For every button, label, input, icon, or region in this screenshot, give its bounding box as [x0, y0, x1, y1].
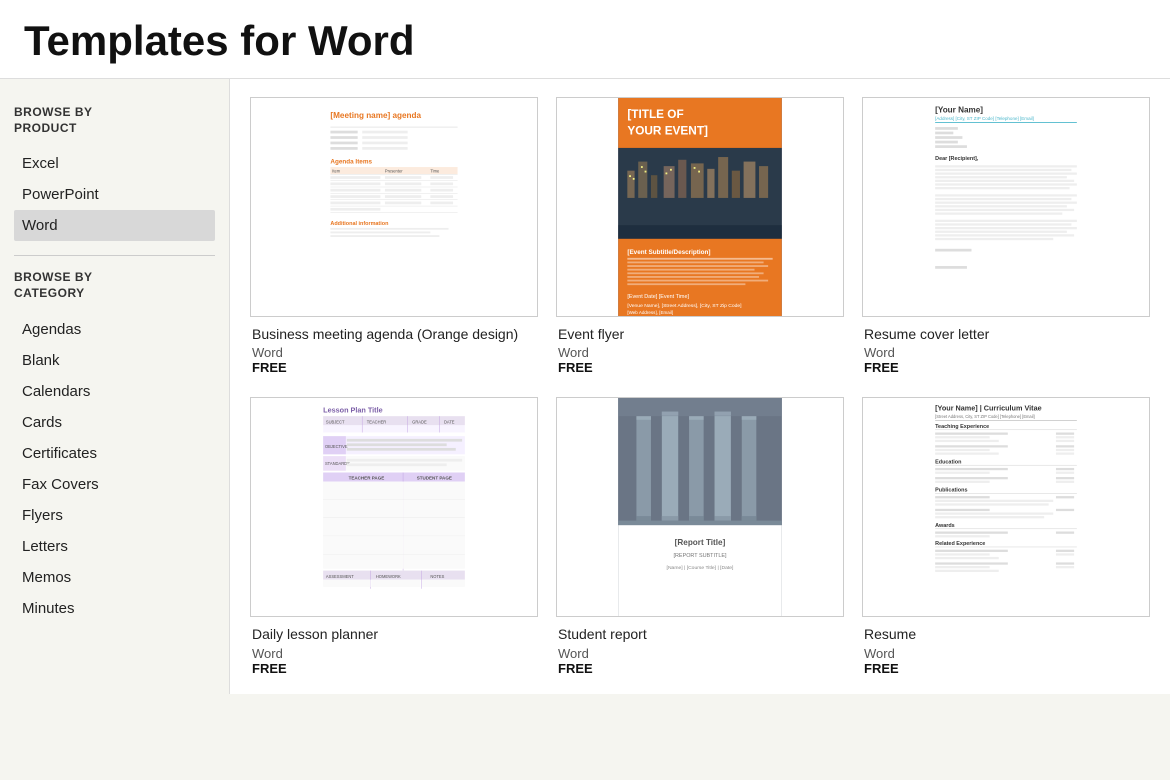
template-product-daily-lesson-planner: Word: [252, 646, 536, 661]
templates-grid: [Meeting name] agenda Agenda Items: [250, 97, 1150, 675]
svg-text:Awards: Awards: [935, 523, 955, 529]
content-area: [Meeting name] agenda Agenda Items: [230, 79, 1170, 693]
template-card-resume[interactable]: [Your Name] | Curriculum Vitae [Street A…: [862, 397, 1150, 675]
svg-text:[Your Name] | Curriculum Vit: [Your Name] | Curriculum Vitae: [935, 404, 1042, 413]
svg-text:Education: Education: [935, 460, 961, 466]
svg-text:TEACHER: TEACHER: [367, 420, 387, 425]
sidebar-item-excel[interactable]: Excel: [14, 148, 215, 179]
template-name-student-report: Student report: [558, 625, 842, 643]
svg-text:Additional information: Additional information: [330, 221, 388, 227]
template-price-student-report: FREE: [558, 661, 842, 676]
svg-text:HOMEWORK: HOMEWORK: [376, 574, 401, 579]
sidebar-item-memos[interactable]: Memos: [14, 562, 215, 593]
template-thumbnail-flyer: [TITLE OF YOUR EVENT]: [556, 97, 844, 317]
sidebar: BROWSE BYPRODUCT Excel PowerPoint Word B…: [0, 79, 230, 693]
sidebar-item-powerpoint[interactable]: PowerPoint: [14, 179, 215, 210]
svg-text:DATE: DATE: [444, 420, 455, 425]
svg-text:YOUR EVENT]: YOUR EVENT]: [627, 124, 708, 138]
template-card-business-meeting-agenda[interactable]: [Meeting name] agenda Agenda Items: [250, 97, 538, 375]
svg-text:[Street Address, City, ST ZIP: [Street Address, City, ST ZIP Code] [Tel…: [935, 414, 1035, 419]
svg-text:Publications: Publications: [935, 488, 967, 494]
template-price-daily-lesson-planner: FREE: [252, 661, 536, 676]
svg-text:[Web Address], [Email]: [Web Address], [Email]: [627, 310, 673, 315]
svg-text:TEACHER PAGE: TEACHER PAGE: [349, 476, 385, 481]
svg-text:Dear [Recipient],: Dear [Recipient],: [935, 156, 979, 162]
sidebar-item-flyers[interactable]: Flyers: [14, 500, 215, 531]
svg-text:[Venue Name], [Street Address]: [Venue Name], [Street Address], [City, S…: [627, 303, 742, 309]
template-card-student-report[interactable]: [Report Title] [REPORT SUBTITLE] [Name] …: [556, 397, 844, 675]
svg-text:[Event Subtitle/Description]: [Event Subtitle/Description]: [627, 249, 710, 256]
svg-text:GRADE: GRADE: [412, 420, 427, 425]
page-header: Templates for Word: [0, 0, 1170, 79]
sidebar-item-word[interactable]: Word: [14, 210, 215, 241]
sidebar-item-minutes[interactable]: Minutes: [14, 593, 215, 624]
svg-text:Presenter: Presenter: [385, 169, 403, 174]
template-product-resume-cover-letter: Word: [864, 345, 1148, 360]
template-thumbnail-resume: [Your Name] | Curriculum Vitae [Street A…: [862, 397, 1150, 617]
template-card-daily-lesson-planner[interactable]: Lesson Plan Title SUBJECT TEACHER GRADE …: [250, 397, 538, 675]
svg-text:Related Experience: Related Experience: [935, 542, 985, 548]
svg-text:[Report Title]: [Report Title]: [675, 539, 726, 548]
svg-text:[TITLE OF: [TITLE OF: [627, 107, 683, 121]
svg-text:STANDARDS: STANDARDS: [325, 462, 350, 467]
template-price-resume: FREE: [864, 661, 1148, 676]
svg-text:[Your Name]: [Your Name]: [935, 106, 983, 115]
template-card-event-flyer[interactable]: [TITLE OF YOUR EVENT]: [556, 97, 844, 375]
template-price-event-flyer: FREE: [558, 360, 842, 375]
template-name-business-meeting-agenda: Business meeting agenda (Orange design): [252, 325, 536, 343]
svg-text:[Name] | [Course Title] | [Dat: [Name] | [Course Title] | [Date]: [667, 565, 734, 571]
svg-text:Agenda Items: Agenda Items: [330, 159, 372, 166]
page-title: Templates for Word: [24, 18, 1146, 64]
svg-text:[Meeting name] agenda: [Meeting name] agenda: [330, 111, 421, 120]
svg-text:Teaching Experience: Teaching Experience: [935, 424, 989, 430]
template-product-resume: Word: [864, 646, 1148, 661]
svg-text:[REPORT SUBTITLE]: [REPORT SUBTITLE]: [674, 553, 727, 559]
svg-text:Item: Item: [332, 169, 341, 174]
svg-text:STUDENT PAGE: STUDENT PAGE: [417, 476, 452, 481]
template-name-event-flyer: Event flyer: [558, 325, 842, 343]
svg-text:SUBJECT: SUBJECT: [326, 420, 345, 425]
template-thumbnail-report: [Report Title] [REPORT SUBTITLE] [Name] …: [556, 397, 844, 617]
template-thumbnail-agenda: [Meeting name] agenda Agenda Items: [250, 97, 538, 317]
sidebar-divider-1: [14, 255, 215, 256]
template-thumbnail-resume-cover: [Your Name] [Address] [City, ST ZIP Code…: [862, 97, 1150, 317]
template-product-business-meeting-agenda: Word: [252, 345, 536, 360]
template-product-event-flyer: Word: [558, 345, 842, 360]
template-price-business-meeting-agenda: FREE: [252, 360, 536, 375]
browse-by-category-label: BROWSE BYCATEGORY: [14, 270, 215, 301]
svg-text:[Address] [City, ST ZIP Code]: [Address] [City, ST ZIP Code] [Telephone…: [935, 116, 1034, 121]
svg-text:OBJECTIVE: OBJECTIVE: [325, 444, 348, 449]
svg-text:Time: Time: [430, 169, 440, 174]
template-product-student-report: Word: [558, 646, 842, 661]
sidebar-item-agendas[interactable]: Agendas: [14, 314, 215, 345]
template-card-resume-cover-letter[interactable]: [Your Name] [Address] [City, ST ZIP Code…: [862, 97, 1150, 375]
svg-text:ASSESSMENT: ASSESSMENT: [326, 574, 354, 579]
browse-by-product-label: BROWSE BYPRODUCT: [14, 105, 215, 136]
sidebar-item-certificates[interactable]: Certificates: [14, 438, 215, 469]
svg-text:Lesson Plan Title: Lesson Plan Title: [323, 406, 383, 415]
svg-text:[Event Date] [Event Time]: [Event Date] [Event Time]: [627, 294, 689, 300]
template-name-resume-cover-letter: Resume cover letter: [864, 325, 1148, 343]
template-thumbnail-lesson: Lesson Plan Title SUBJECT TEACHER GRADE …: [250, 397, 538, 617]
sidebar-item-letters[interactable]: Letters: [14, 531, 215, 562]
sidebar-item-blank[interactable]: Blank: [14, 345, 215, 376]
template-name-daily-lesson-planner: Daily lesson planner: [252, 625, 536, 643]
svg-text:NOTES: NOTES: [430, 574, 444, 579]
template-price-resume-cover-letter: FREE: [864, 360, 1148, 375]
sidebar-item-fax-covers[interactable]: Fax Covers: [14, 469, 215, 500]
template-name-resume: Resume: [864, 625, 1148, 643]
sidebar-item-calendars[interactable]: Calendars: [14, 376, 215, 407]
sidebar-item-cards[interactable]: Cards: [14, 407, 215, 438]
